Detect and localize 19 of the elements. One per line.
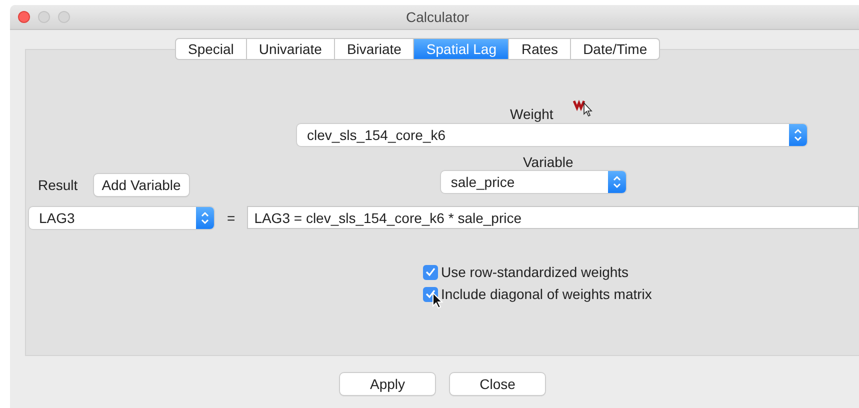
result-label: Result: [38, 177, 78, 193]
checkbox-label: Include diagonal of weights matrix: [441, 286, 652, 302]
tab[interactable]: Rates: [508, 38, 572, 60]
tab[interactable]: Bivariate: [334, 38, 414, 60]
weight-label: Weight: [510, 106, 554, 122]
window-title: Calculator: [406, 9, 470, 25]
tab[interactable]: Special: [175, 38, 247, 60]
dialog-button[interactable]: Apply: [340, 373, 435, 395]
checkbox-label: Use row-standardized weights: [441, 264, 629, 280]
weight-dropdown[interactable]: clev_sls_154_core_k6: [297, 124, 807, 146]
tab[interactable]: Univariate: [246, 38, 335, 60]
variable-label: Variable: [523, 154, 574, 170]
add-variable-button[interactable]: Add Variable: [94, 174, 189, 196]
result-dropdown[interactable]: LAG3: [29, 206, 214, 228]
formula-field[interactable]: LAG3 = clev_sls_154_core_k6 * sale_price: [247, 206, 859, 229]
tab[interactable]: Date/Time: [570, 38, 660, 60]
dialog-button[interactable]: Close: [450, 373, 545, 395]
equals-sign: =: [227, 210, 236, 226]
variable-dropdown[interactable]: sale_price: [440, 171, 626, 193]
